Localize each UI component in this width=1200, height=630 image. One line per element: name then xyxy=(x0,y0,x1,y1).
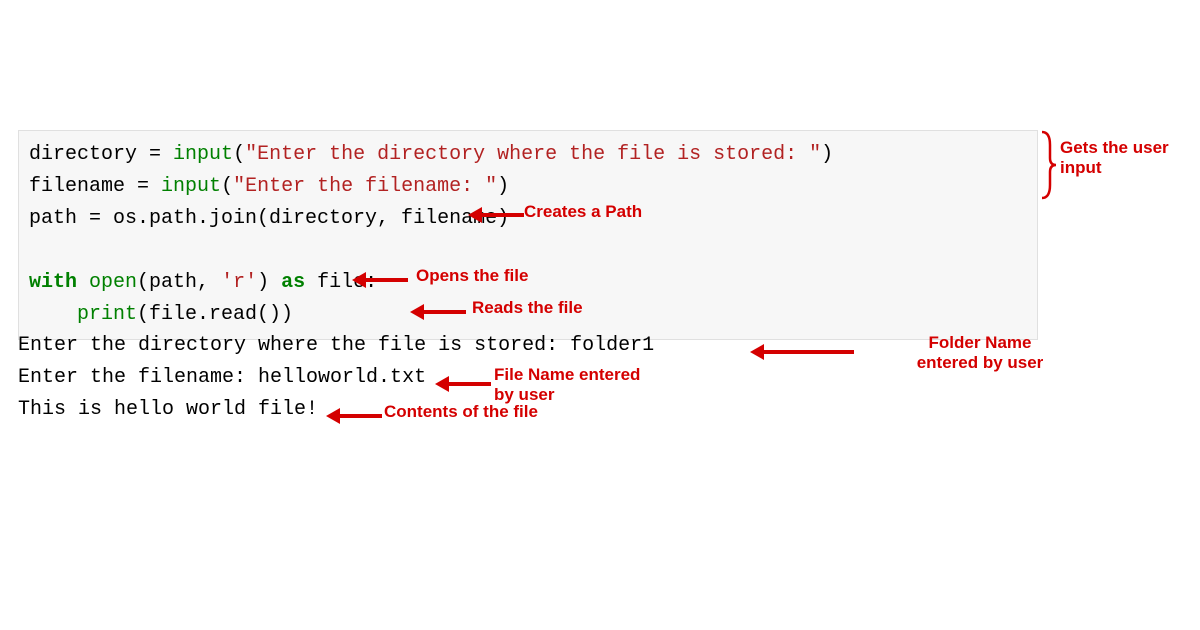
read-call: (file.read()) xyxy=(137,303,293,326)
arrow-opens-file xyxy=(352,272,408,288)
brace-icon xyxy=(1040,130,1058,200)
fn-input: input xyxy=(161,175,221,198)
fn-print: print xyxy=(77,303,137,326)
var-directory: directory xyxy=(29,143,149,166)
eq: = xyxy=(137,175,161,198)
annot-opens-file: Opens the file xyxy=(416,266,528,286)
fn-input: input xyxy=(173,143,233,166)
arrow-creates-path xyxy=(468,207,524,223)
arrow-contents xyxy=(326,408,382,424)
annot-reads-file: Reads the file xyxy=(472,298,583,318)
string-literal: "Enter the filename: " xyxy=(233,175,497,198)
var-filename: filename xyxy=(29,175,137,198)
code-line-blank xyxy=(29,235,1027,267)
annot-folder-name: Folder Name entered by user xyxy=(900,333,1060,373)
paren: ( xyxy=(221,175,233,198)
fn-open: open xyxy=(89,271,137,294)
arrow-file-name xyxy=(435,376,491,392)
paren: ( xyxy=(233,143,245,166)
eq: = xyxy=(149,143,173,166)
arrow-reads-file xyxy=(410,304,466,320)
annot-creates-path: Creates a Path xyxy=(524,202,642,222)
paren: ) xyxy=(497,175,509,198)
annot-gets-input: Gets the user input xyxy=(1060,138,1190,178)
arrow-folder-name xyxy=(750,344,854,360)
output-line-1: Enter the directory where the file is st… xyxy=(18,330,654,362)
code-line-1: directory = input("Enter the directory w… xyxy=(29,139,1027,171)
path-join: path = os.path.join(directory, filename) xyxy=(29,207,509,230)
paren: ) xyxy=(821,143,833,166)
args: (path, xyxy=(137,271,221,294)
string-literal: 'r' xyxy=(221,271,257,294)
code-line-2: filename = input("Enter the filename: ") xyxy=(29,171,1027,203)
kw-as: as xyxy=(281,271,305,294)
space xyxy=(77,271,89,294)
indent xyxy=(29,303,77,326)
string-literal: "Enter the directory where the file is s… xyxy=(245,143,821,166)
kw-with: with xyxy=(29,271,77,294)
paren: ) xyxy=(257,271,281,294)
annot-file-name: File Name entered by user xyxy=(494,365,664,405)
annot-contents: Contents of the file xyxy=(384,402,538,422)
